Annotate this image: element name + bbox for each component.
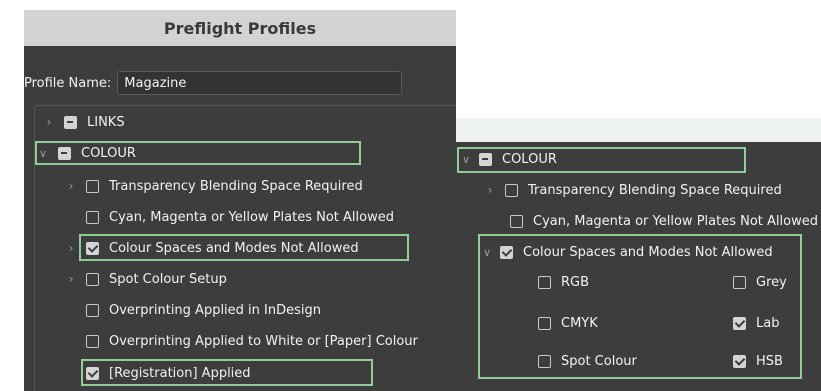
mode-grey[interactable]: Grey — [733, 270, 787, 294]
checkbox-icon[interactable] — [538, 316, 551, 330]
mode-label: Lab — [756, 315, 780, 331]
chevron-right-icon[interactable]: › — [483, 183, 497, 197]
tree-item-label: Overprinting Applied to White or [Paper]… — [109, 333, 418, 349]
chevron-right-icon[interactable]: › — [64, 272, 78, 286]
tree-item-transparency-blending[interactable]: › Transparency Blending Space Required — [483, 178, 782, 202]
tree-item-label: Overprinting Applied in InDesign — [109, 302, 321, 318]
mode-label: Grey — [756, 274, 787, 290]
tree-item-label: Transparency Blending Space Required — [109, 178, 363, 194]
mode-cmyk[interactable]: CMYK — [538, 311, 598, 335]
chevron-down-icon[interactable]: ∨ — [480, 246, 494, 259]
tree-item-overprinting-white[interactable]: Overprinting Applied to White or [Paper]… — [86, 329, 418, 353]
profile-name-input[interactable] — [117, 71, 403, 95]
colour-detail-panel: ∨ COLOUR › Transparency Blending Space R… — [456, 142, 821, 391]
checkbox-icon[interactable] — [505, 183, 518, 197]
checkbox-checked-icon[interactable] — [733, 316, 746, 330]
tree-item-links[interactable]: › LINKS — [42, 110, 125, 134]
mode-label: RGB — [561, 274, 590, 290]
checkbox-icon[interactable] — [86, 179, 99, 193]
tree-item-overprinting-indesign[interactable]: Overprinting Applied in InDesign — [86, 298, 321, 322]
checkbox-icon[interactable] — [510, 214, 523, 228]
checkbox-icon[interactable] — [733, 275, 746, 289]
highlight-box — [35, 141, 361, 165]
preflight-profiles-panel: Preflight Profiles Profile Name: › LINKS… — [24, 10, 456, 391]
panel-title: Preflight Profiles — [24, 10, 456, 46]
chevron-right-icon[interactable]: › — [42, 115, 56, 129]
tree-item-label: Cyan, Magenta or Yellow Plates Not Allow… — [533, 213, 818, 229]
tree-item-label: Transparency Blending Space Required — [528, 182, 782, 198]
mode-hsb[interactable]: HSB — [733, 349, 783, 373]
profile-name-row: Profile Name: — [24, 68, 456, 98]
mode-lab[interactable]: Lab — [733, 311, 779, 335]
tree-item-label: LINKS — [87, 114, 125, 130]
tree-item-label: Spot Colour Setup — [109, 271, 227, 287]
mode-label: CMYK — [561, 315, 598, 331]
background-strip — [456, 118, 821, 142]
tree-item-colour-spaces[interactable]: ∨ Colour Spaces and Modes Not Allowed — [480, 240, 773, 264]
tree-item-transparency-blending[interactable]: › Transparency Blending Space Required — [64, 174, 363, 198]
checkbox-icon[interactable] — [86, 303, 99, 317]
mode-label: Spot Colour — [561, 353, 637, 369]
checkbox-checked-icon[interactable] — [733, 354, 746, 368]
checkbox-icon[interactable] — [86, 334, 99, 348]
checkbox-mixed-icon[interactable] — [64, 115, 77, 129]
checkbox-icon[interactable] — [538, 354, 551, 368]
chevron-right-icon[interactable]: › — [64, 241, 78, 255]
tree-item-label: Colour Spaces and Modes Not Allowed — [523, 244, 773, 260]
tree-item-spot-colour-setup[interactable]: › Spot Colour Setup — [64, 267, 227, 291]
highlight-box — [79, 234, 409, 261]
mode-label: HSB — [756, 353, 783, 369]
checkbox-icon[interactable] — [86, 210, 99, 224]
checkbox-icon[interactable] — [538, 275, 551, 289]
checkbox-icon[interactable] — [86, 272, 99, 286]
checkbox-checked-icon[interactable] — [500, 245, 513, 259]
mode-rgb[interactable]: RGB — [538, 270, 589, 294]
highlight-box — [81, 359, 373, 386]
profile-name-label: Profile Name: — [24, 75, 112, 91]
tree-item-label: Cyan, Magenta or Yellow Plates Not Allow… — [109, 209, 394, 225]
mode-spot-colour[interactable]: Spot Colour — [538, 349, 637, 373]
chevron-right-icon[interactable]: › — [64, 179, 78, 193]
tree-item-cmy-plates[interactable]: Cyan, Magenta or Yellow Plates Not Allow… — [86, 205, 394, 229]
highlight-box — [457, 147, 746, 173]
tree-item-cmy-plates[interactable]: Cyan, Magenta or Yellow Plates Not Allow… — [510, 209, 818, 233]
